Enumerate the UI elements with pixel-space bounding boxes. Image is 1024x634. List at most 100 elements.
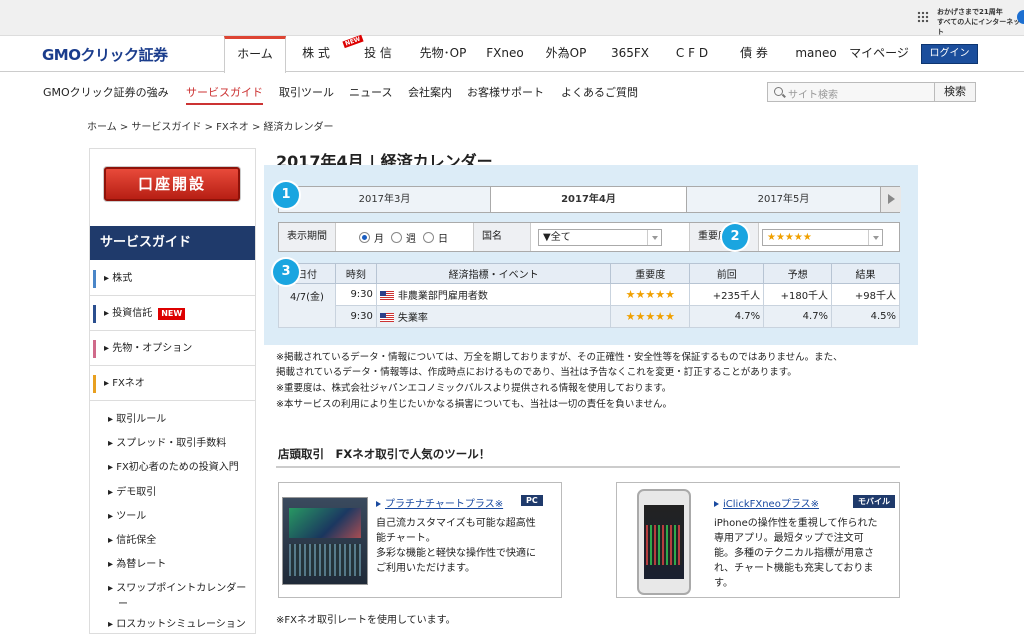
disclaimer-line: ※本サービスの利用により生じたいかなる損害についても、当社は一切の責任を負いませ… <box>276 399 672 410</box>
radio-day-label: 日 <box>438 234 448 245</box>
col-result: 結果 <box>831 263 900 284</box>
cell-event: 失業率 <box>375 305 612 328</box>
us-flag-icon <box>379 313 394 322</box>
sidebar-sub-beginner[interactable]: ▸ FX初心者のための投資入門 <box>108 458 239 473</box>
sidebar-item-futures[interactable]: ▸ 先物・オプション <box>90 332 255 366</box>
sidebar-sub-demo[interactable]: ▸ デモ取引 <box>108 483 156 498</box>
sidebar-sub-trust[interactable]: ▸ 信託保全 <box>108 531 156 546</box>
subnav-company[interactable]: 会社案内 <box>408 84 452 100</box>
subnav-faq[interactable]: よくあるご質問 <box>561 84 638 100</box>
tool-card-mobile: iClickFXneoプラス※ モバイル iPhoneの操作性を重視して作られた… <box>616 482 900 598</box>
pc-tag: PC <box>521 495 543 506</box>
tool-card-pc: プラチナチャートプラス※ PC 自己流カスタマイズも可能な超高性 能チャート。 … <box>278 482 562 598</box>
chart-preview <box>289 508 361 538</box>
new-badge: NEW <box>158 308 186 320</box>
tab-current-month[interactable]: 2017年4月 <box>491 187 687 212</box>
subnav-news[interactable]: ニュース <box>349 84 392 100</box>
gnav-bonds[interactable]: 債 券 <box>726 36 782 72</box>
site-logo[interactable]: GMOクリック証券 <box>42 44 168 65</box>
category-bar <box>93 340 96 358</box>
breadcrumb[interactable]: ホーム > サービスガイド > FXネオ > 経済カレンダー <box>87 118 334 133</box>
rate-footnote: ※FXネオ取引レートを使用しています。 <box>276 615 456 626</box>
gnav-cfd[interactable]: C F D <box>664 36 720 72</box>
cell-time: 9:30 <box>334 283 377 306</box>
country-select[interactable]: ▼全て <box>538 229 662 246</box>
iphone-app-thumbnail[interactable] <box>637 489 691 595</box>
filter-bar: 表示期間 月 週 日 国名 ▼全て 重要度 ★★★★★ <box>278 222 900 252</box>
search-icon <box>774 87 783 96</box>
search-button[interactable]: 検索 <box>934 82 976 102</box>
tool-link-iclickfxneo[interactable]: iClickFXneoプラス※ <box>714 495 819 510</box>
tool-link-platinum[interactable]: プラチナチャートプラス※ <box>376 495 503 510</box>
platinum-chart-thumbnail[interactable] <box>282 497 368 585</box>
radio-day[interactable] <box>423 232 434 243</box>
tab-next-month[interactable]: 2017年5月 <box>687 187 881 212</box>
subnav-tools[interactable]: 取引ツール <box>279 84 334 100</box>
subnav-strengths[interactable]: GMOクリック証券の強み <box>43 84 169 100</box>
sidebar-item-stocks[interactable]: ▸ 株式 <box>90 262 255 296</box>
col-previous: 前回 <box>689 263 765 284</box>
open-account-button[interactable]: 口座開設 <box>104 167 240 201</box>
mobile-tag: モバイル <box>853 495 895 508</box>
sidebar-sub-losscut[interactable]: ▸ ロスカットシミュレーション <box>108 615 246 630</box>
cell-event: 非農業部門雇用者数 <box>375 283 612 306</box>
radio-month-label: 月 <box>374 234 384 245</box>
chevron-down-icon <box>647 230 661 245</box>
cell-time: 9:30 <box>334 305 377 328</box>
sidebar-item-fxneo[interactable]: ▸ FXネオ <box>90 367 255 401</box>
gnav-maneo[interactable]: maneo <box>788 36 844 72</box>
subnav-support[interactable]: お客様サポート <box>467 84 544 100</box>
gnav-365fx[interactable]: 365FX <box>600 36 660 72</box>
tab-prev-month[interactable]: 2017年3月 <box>279 187 491 212</box>
top-bar: おかげさまで21周年 すべての人にインターネット <box>0 0 1024 36</box>
section-divider <box>276 466 900 468</box>
phone-screen <box>644 505 684 579</box>
disclaimer-line: ※重要度は、株式会社ジャパンエコノミックパルスより提供される情報を使用しておりま… <box>276 383 672 394</box>
cell-result: +98千人 <box>831 283 900 306</box>
next-arrow-icon[interactable] <box>881 187 901 212</box>
table-header-row: 日付 時刻 経済指標・イベント 重要度 前回 予想 結果 <box>278 263 900 284</box>
login-button[interactable]: ログイン <box>921 44 978 64</box>
cell-forecast: 4.7% <box>763 305 833 328</box>
cell-result: 4.5% <box>831 305 900 328</box>
cell-date: 4/7(金) <box>278 283 336 328</box>
sidebar-sub-swap[interactable]: ▸ スワップポイントカレンダー <box>108 579 246 594</box>
category-bar <box>93 305 96 323</box>
gnav-funds[interactable]: 投 信 <box>350 36 406 72</box>
apps-grid-icon[interactable] <box>917 11 929 23</box>
callout-badge-1: 1 <box>273 182 299 208</box>
sidebar-sub-tools[interactable]: ▸ ツール <box>108 507 146 522</box>
gnav-fx-op[interactable]: 外為OP <box>536 36 596 72</box>
sidebar-sub-rates[interactable]: ▸ 為替レート <box>108 555 166 570</box>
chart-preview <box>646 525 682 565</box>
col-importance: 重要度 <box>610 263 691 284</box>
chevron-down-icon <box>868 230 882 245</box>
country-label: 国名 <box>473 223 531 251</box>
search-input[interactable]: サイト検索 <box>767 82 935 102</box>
gnav-stocks[interactable]: 株 式 <box>290 36 342 72</box>
col-time: 時刻 <box>334 263 377 284</box>
sidebar-sub-spread[interactable]: ▸ スプレッド・取引手数料 <box>108 434 226 449</box>
radio-week[interactable] <box>391 232 402 243</box>
sidebar-item-funds[interactable]: ▸ 投資信託 NEW <box>90 297 255 331</box>
callout-badge-2: 2 <box>722 224 748 250</box>
importance-select[interactable]: ★★★★★ <box>762 229 883 246</box>
cell-importance: ★★★★★ <box>610 283 691 306</box>
table-row[interactable]: 4/7(金) 9:30 非農業部門雇用者数 ★★★★★ +235千人 +180千… <box>278 283 900 328</box>
gnav-futures-op[interactable]: 先物･OP <box>410 36 476 72</box>
anniversary-promo[interactable]: おかげさまで21周年 すべての人にインターネット <box>937 7 1024 37</box>
gnav-home[interactable]: ホーム <box>224 36 286 73</box>
sidebar-sub-rules[interactable]: ▸ 取引ルール <box>108 410 166 425</box>
gnav-mypage[interactable]: マイページ <box>848 36 910 72</box>
col-event: 経済指標・イベント <box>375 263 612 284</box>
gnav-fxneo[interactable]: FXneo <box>478 36 532 72</box>
global-nav: GMOクリック証券 ホーム 株 式 NEW 投 信 先物･OP FXneo 外為… <box>0 34 1024 73</box>
table-row[interactable]: 9:30 失業率 ★★★★★ 4.7% 4.7% 4.5% <box>279 305 900 328</box>
radio-month[interactable] <box>359 232 370 243</box>
sidebar: 口座開設 サービスガイド ▸ 株式 ▸ 投資信託 NEW ▸ 先物・オプション ▸… <box>89 148 256 634</box>
gmo-badge-icon <box>1017 10 1024 24</box>
cell-forecast: +180千人 <box>763 283 833 306</box>
chart-preview <box>289 544 361 576</box>
sidebar-sub-swap-cont: ー <box>118 599 128 610</box>
subnav-service-guide[interactable]: サービスガイド <box>186 84 263 105</box>
